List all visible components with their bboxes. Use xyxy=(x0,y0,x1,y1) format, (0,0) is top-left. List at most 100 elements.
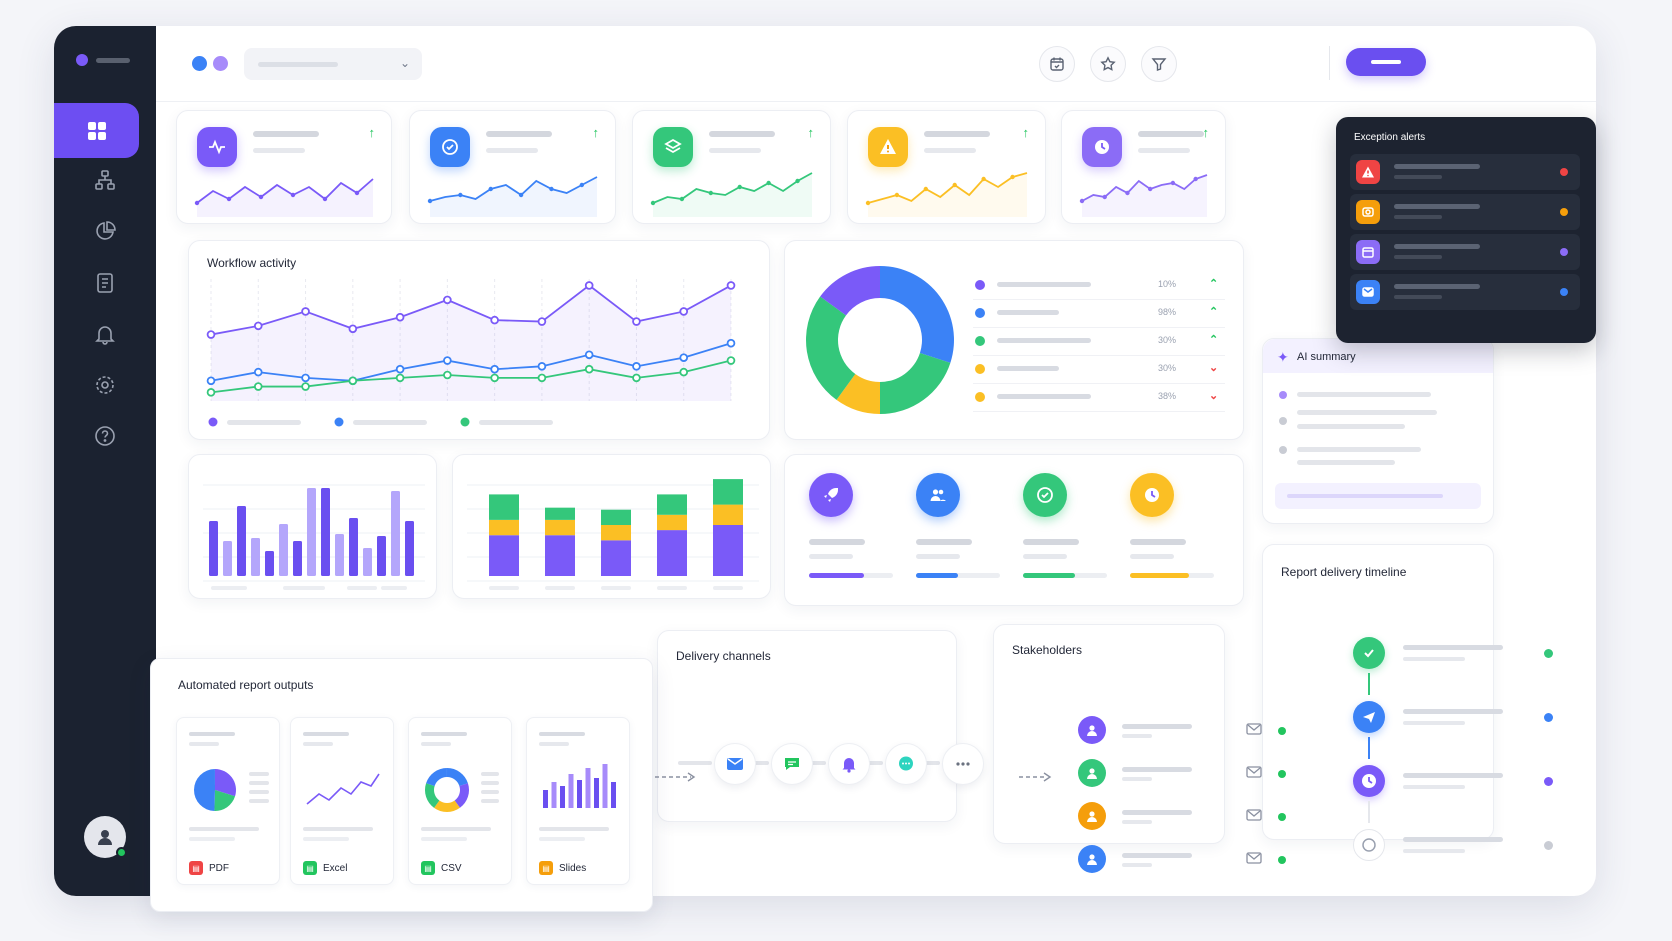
stakeholder-row[interactable] xyxy=(1078,716,1288,746)
document-icon xyxy=(97,273,113,293)
filter-button[interactable] xyxy=(1141,46,1177,82)
kpi-sparkline xyxy=(1079,174,1208,217)
thumb-subtitle xyxy=(421,742,451,746)
mail-icon[interactable] xyxy=(1246,808,1262,827)
alert-row[interactable] xyxy=(1350,194,1580,230)
row-divider xyxy=(973,299,1225,300)
stacked-bar-segment xyxy=(489,494,519,520)
mail-icon[interactable] xyxy=(1246,851,1262,870)
workspace-select[interactable]: ⌄ xyxy=(244,48,422,80)
kpi-label xyxy=(253,131,319,137)
sparkline-point xyxy=(458,192,463,198)
thumb-subtitle xyxy=(303,742,333,746)
sparkline-point xyxy=(894,192,900,198)
ask-ai-input[interactable] xyxy=(1275,483,1481,509)
sparkline-point xyxy=(1193,176,1198,182)
channel-mail[interactable] xyxy=(714,743,756,785)
bell-icon xyxy=(842,758,856,773)
data-point xyxy=(490,315,499,325)
sidebar-item-notifications[interactable] xyxy=(92,321,118,347)
stacked-bar-segment xyxy=(545,535,575,576)
mail-icon[interactable] xyxy=(1246,722,1262,741)
sparkline-point xyxy=(258,194,264,200)
thumb-title xyxy=(189,732,235,736)
camera-icon xyxy=(1362,207,1374,217)
thumb-caption xyxy=(421,837,467,841)
status-dot xyxy=(1278,856,1286,864)
clock-icon xyxy=(1362,774,1376,788)
stacked-bar-chart xyxy=(467,479,759,590)
mail-icon[interactable] xyxy=(1246,765,1262,784)
rocket-icon xyxy=(824,488,838,502)
report-thumbnail[interactable]: ▤ Excel xyxy=(290,717,394,885)
sparkline-point xyxy=(1125,190,1130,196)
sparkline-point xyxy=(981,176,986,182)
favorite-button[interactable] xyxy=(1090,46,1126,82)
bar xyxy=(405,521,414,576)
alert-subtitle xyxy=(1394,295,1442,299)
stakeholder-row[interactable] xyxy=(1078,802,1288,832)
sparkline-point xyxy=(518,192,524,198)
sidebar xyxy=(54,26,156,896)
dashboard-icon xyxy=(87,121,106,140)
donut-slice xyxy=(880,352,951,414)
alert-row[interactable] xyxy=(1350,234,1580,270)
legend-swatch xyxy=(460,417,470,427)
filter-icon xyxy=(1151,58,1167,71)
sparkline-point xyxy=(1010,174,1015,180)
alert-row[interactable] xyxy=(1350,274,1580,310)
legend-swatch xyxy=(975,392,985,402)
alert-icon-box xyxy=(1356,160,1380,184)
stakeholder-role xyxy=(1122,863,1152,867)
timeline-connector xyxy=(1368,737,1370,759)
progress-fill xyxy=(1130,573,1189,578)
stakeholder-row[interactable] xyxy=(1078,845,1288,875)
primary-action-button[interactable] xyxy=(1346,48,1426,76)
channel-chat[interactable] xyxy=(771,743,813,785)
report-thumbnail[interactable]: ▤ PDF xyxy=(176,717,280,885)
channel-bell[interactable] xyxy=(828,743,870,785)
user-avatar[interactable] xyxy=(84,816,127,858)
report-thumbnail[interactable]: ▤ CSV xyxy=(408,717,512,885)
alert-icon-box xyxy=(1356,280,1380,304)
sidebar-item-help[interactable] xyxy=(92,423,118,449)
channel-more[interactable] xyxy=(942,743,984,785)
sparkline-point xyxy=(1147,186,1153,192)
legend-value: 30% xyxy=(1158,363,1177,373)
stakeholder-row[interactable] xyxy=(1078,759,1288,789)
legend-value: 98% xyxy=(1158,307,1177,317)
report-thumbnail[interactable]: ▤ Slides xyxy=(526,717,630,885)
data-point xyxy=(726,356,736,365)
calendar-button[interactable] xyxy=(1039,46,1075,82)
alert-status-dot xyxy=(1560,208,1568,216)
data-point xyxy=(301,307,310,316)
sidebar-item-settings[interactable] xyxy=(92,372,118,398)
timeline-step xyxy=(1353,701,1553,759)
sidebar-item-reports[interactable] xyxy=(92,270,118,296)
legend-swatch xyxy=(975,364,985,374)
progress-fill xyxy=(916,573,958,578)
thumb-caption xyxy=(303,827,373,831)
data-point xyxy=(206,388,216,397)
stat-label xyxy=(1130,539,1186,545)
timeline-connector xyxy=(1368,801,1370,823)
bar xyxy=(237,506,246,576)
bar xyxy=(279,524,288,576)
kpi-card: ↑ xyxy=(632,110,831,224)
format-name: CSV xyxy=(441,862,462,874)
alert-row[interactable] xyxy=(1350,154,1580,190)
data-point xyxy=(537,362,547,371)
trend-up-icon: ↑ xyxy=(1022,125,1030,140)
toolbar-divider xyxy=(1329,46,1330,80)
sidebar-item-dashboard[interactable] xyxy=(54,103,139,158)
alert-title xyxy=(1394,204,1480,209)
sidebar-item-workflows[interactable] xyxy=(92,167,118,193)
stacked-bar-segment xyxy=(657,494,687,515)
stat-sublabel xyxy=(809,554,853,559)
sparkline-point xyxy=(1079,198,1085,204)
sparkline-point xyxy=(1170,180,1176,186)
data-point xyxy=(726,281,736,290)
stat-sublabel xyxy=(1130,554,1174,559)
sidebar-item-analytics[interactable] xyxy=(92,218,118,244)
channel-message[interactable] xyxy=(885,743,927,785)
